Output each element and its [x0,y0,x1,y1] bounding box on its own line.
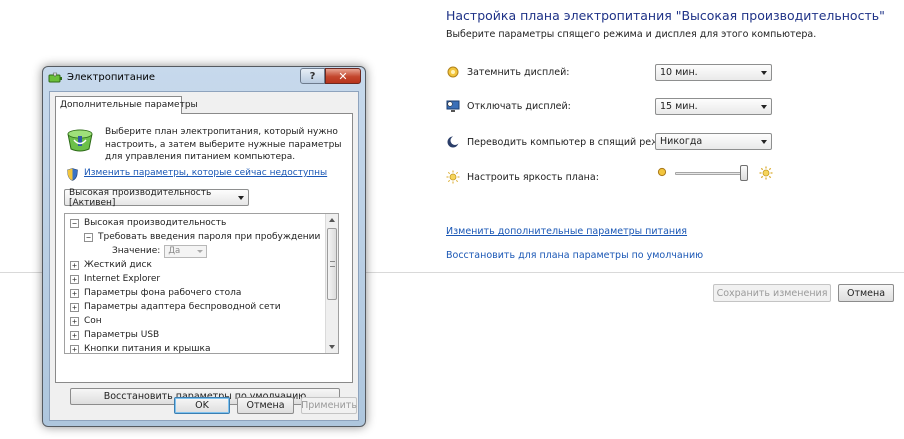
restore-plan-defaults-link[interactable]: Восстановить для плана параметры по умол… [446,250,703,261]
sleep-select[interactable]: Никогда [655,133,772,150]
display-off-icon [446,99,460,113]
expand-icon[interactable]: + [70,344,79,353]
power-plan-select[interactable]: Высокая производительность [Активен] [64,187,249,208]
expand-icon[interactable]: + [70,302,79,312]
scroll-grip-icon [330,261,335,267]
tree-item-usb[interactable]: + Параметры USB [70,328,159,342]
sleep-label: Переводить компьютер в спящий режим: [467,136,677,148]
tree-item-value: Значение: Да [112,244,208,258]
brightness-slider-thumb[interactable] [740,165,749,181]
tree-item-require-password[interactable]: − Требовать введения пароля при пробужде… [84,230,320,244]
value-select-text: Да [168,246,181,256]
dialog-titlebar[interactable]: Электропитание ? ✕ [43,67,365,89]
sleep-row: Переводить компьютер в спящий режим: [446,133,676,151]
display-off-select[interactable]: 15 мин. [655,98,772,115]
brightness-low-icon [657,167,667,180]
tree-item-high-performance[interactable]: − Высокая производительность [70,216,226,230]
value-label: Значение: [112,246,161,256]
tree-item-hard-disk[interactable]: + Жесткий диск [70,258,152,272]
dialog-title: Электропитание [67,72,156,83]
scroll-up-icon[interactable] [329,218,335,222]
collapse-icon[interactable]: − [84,232,93,242]
dim-display-row: Затемнить дисплей: [446,63,569,81]
tree-item-label: Сон [84,316,102,326]
settings-tree[interactable]: − Высокая производительность − Требовать… [64,213,339,354]
chevron-down-icon [197,249,204,253]
power-options-dialog: Электропитание ? ✕ Дополнительные параме… [42,66,366,427]
help-icon: ? [309,70,316,82]
expand-icon[interactable]: + [70,330,79,340]
tree-item-label: Internet Explorer [84,274,161,284]
tree-item-label: Параметры адаптера беспроводной сети [84,302,281,312]
help-button[interactable]: ? [300,68,325,84]
advanced-settings-link[interactable]: Изменить дополнительные параметры питани… [446,226,687,237]
collapse-icon[interactable]: − [70,218,79,228]
plan-settings-subtitle: Выберите параметры спящего режима и дисп… [446,29,817,40]
display-off-row: Отключать дисплей: [446,97,571,115]
brightness-slider[interactable] [655,164,773,182]
value-select[interactable]: Да [164,244,208,258]
scroll-thumb[interactable] [327,228,337,300]
brightness-slider-track[interactable] [675,172,748,175]
battery-plug-icon [48,71,64,85]
close-icon: ✕ [338,69,348,83]
dim-display-select[interactable]: 10 мин. [655,64,772,81]
tree-item-label: Требовать введения пароля при пробуждени… [98,232,321,242]
chevron-down-icon [761,139,767,144]
panel-description: Выберите план электропитания, который ну… [105,127,342,162]
tree-item-label: Жесткий диск [84,260,152,270]
scroll-down-icon[interactable] [329,345,335,349]
tab-advanced-settings[interactable]: Дополнительные параметры [55,96,198,114]
display-off-label: Отключать дисплей: [467,100,571,112]
brightness-label: Настроить яркость плана: [467,171,599,183]
dim-display-label: Затемнить дисплей: [467,66,570,78]
dialog-cancel-button[interactable]: Отмена [237,397,294,414]
power-plan-select-value: Высокая производительность [Активен] [69,187,212,208]
display-off-value: 15 мин. [660,101,698,112]
tree-item-label: Параметры фона рабочего стола [84,288,242,298]
plan-settings-title: Настройка плана электропитания "Высокая … [446,8,885,23]
brightness-sun-icon [446,170,460,184]
advanced-settings-panel: Выберите план электропитания, который ну… [55,113,353,405]
brightness-high-icon [759,166,773,183]
tree-item-label: Кнопки питания и крышка [84,344,211,354]
power-plan-icon [65,125,95,153]
tree-item-internet-explorer[interactable]: + Internet Explorer [70,272,160,286]
tree-scrollbar[interactable] [325,214,338,353]
chevron-down-icon [761,70,767,75]
dim-display-icon [446,65,460,79]
brightness-row: Настроить яркость плана: [446,168,599,186]
tree-item-power-buttons[interactable]: + Кнопки питания и крышка [70,342,211,354]
sleep-value: Никогда [660,136,703,147]
dialog-body: Дополнительные параметры Выберите план э… [49,91,359,421]
close-button[interactable]: ✕ [325,68,361,84]
apply-button[interactable]: Применить [301,397,357,414]
ok-button[interactable]: OK [174,397,230,414]
expand-icon[interactable]: + [70,288,79,298]
change-unavailable-settings-link[interactable]: Изменить параметры, которые сейчас недос… [84,168,327,178]
tree-item-label: Высокая производительность [84,218,227,228]
chevron-down-icon [761,104,767,109]
uac-shield-icon [67,168,78,181]
chevron-down-icon [238,195,244,200]
expand-icon[interactable]: + [70,260,79,270]
tree-item-label: Параметры USB [84,330,160,340]
tree-item-wireless-adapter[interactable]: + Параметры адаптера беспроводной сети [70,300,281,314]
save-changes-button[interactable]: Сохранить изменения [713,284,831,302]
cancel-button[interactable]: Отмена [838,284,894,302]
expand-icon[interactable]: + [70,274,79,284]
dim-display-value: 10 мин. [660,67,698,78]
tree-item-sleep[interactable]: + Сон [70,314,102,328]
sleep-moon-icon [446,135,460,149]
expand-icon[interactable]: + [70,316,79,326]
tree-item-desktop-background[interactable]: + Параметры фона рабочего стола [70,286,241,300]
